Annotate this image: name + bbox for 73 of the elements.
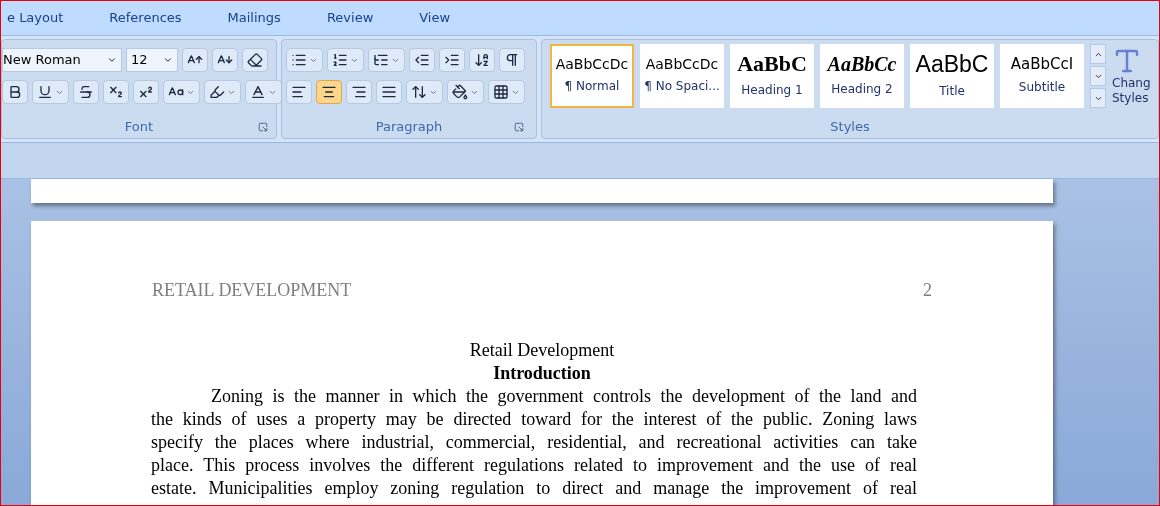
font-name-field[interactable]: New Roman [2,48,122,72]
clear-formatting-icon [247,52,263,68]
strikethrough-button[interactable] [73,80,99,104]
group-label: Paragraph [375,118,443,137]
clear-formatting-button[interactable] [242,48,268,72]
superscript-icon [138,84,154,100]
dropdown-icon [107,55,117,65]
font-size-field[interactable]: 12 [126,48,178,72]
subscript-button[interactable] [103,80,129,104]
align-button[interactable] [376,80,402,104]
align-icon [351,84,367,100]
group-label: Styles [830,118,870,137]
borders-icon [493,84,509,100]
sort-icon [474,52,490,68]
strikethrough-icon [78,84,94,100]
dialog-launcher-icon[interactable] [514,122,524,132]
numbering-icon [332,52,348,68]
group-label: Font [124,118,154,137]
underline-icon [37,84,53,100]
shading-icon [452,84,468,100]
superscript-button[interactable] [133,80,159,104]
style-gallery-item[interactable]: AaBbC Title [910,44,994,108]
highlight-icon [209,84,225,100]
page-header: RETAIL DEVELOPMENT [152,281,352,299]
align-button[interactable] [286,80,312,104]
increase-indent-icon [444,52,460,68]
style-gallery-item[interactable]: AaBbCcI Subtitle [1000,44,1084,108]
align-button[interactable] [346,80,372,104]
style-gallery-item[interactable]: AaBbC Heading 1 [730,44,814,108]
multilevel-list-button[interactable] [368,48,405,72]
increase-indent-button[interactable] [439,48,465,72]
font-color-button[interactable] [245,80,282,104]
document-title: Retail Development [469,339,615,362]
sort-button[interactable] [469,48,495,72]
show-marks-icon [504,52,520,68]
style-gallery-item[interactable]: AaBbCc Heading 2 [820,44,904,108]
section-heading: Introduction [493,362,591,385]
ribbon-tab[interactable]: Review [326,8,374,28]
line-spacing-button[interactable] [406,80,443,104]
change-styles-button[interactable]: Chang Styles [1112,44,1158,106]
page-number: 2 [923,281,932,299]
change-case-button[interactable] [163,80,200,104]
shading-button[interactable] [447,80,484,104]
borders-button[interactable] [488,80,525,104]
show-marks-button[interactable] [499,48,525,72]
line-spacing-icon [411,84,427,100]
numbering-button[interactable] [327,48,364,72]
bullets-icon [291,52,307,68]
highlight-button[interactable] [204,80,241,104]
dialog-launcher-icon[interactable] [258,122,268,132]
bold-button[interactable] [2,80,28,104]
body-paragraph: Zoning is the manner in which the government controls the development of the land and the kinds of uses a property may be directed toward for the interest of the public. Zoning laws specify the places where industrial, commercial, residential, and recreational activities can take place. This process involves the different regulations related to improvement and the use of real estate. Municipalities employ zoning regulation to direct and manage the improvement of real [151,385,917,500]
dropdown-icon [163,55,173,65]
ribbon-tab[interactable]: References [109,8,182,28]
align-icon [321,84,337,100]
font-color-icon [250,84,266,100]
align-icon [291,84,307,100]
style-gallery-item[interactable]: AaBbCcDc ¶ Normal [550,44,634,108]
decrease-indent-icon [414,52,430,68]
align-icon [381,84,397,100]
ribbon-tab[interactable]: e Layout [7,8,64,28]
align-button[interactable] [316,80,342,104]
ribbon-tab[interactable]: Mailings [227,8,281,28]
shrink-font-button[interactable] [212,48,238,72]
grow-font-button[interactable] [182,48,208,72]
ribbon-tab[interactable]: View [419,8,451,28]
bold-icon [7,84,23,100]
underline-button[interactable] [32,80,69,104]
style-gallery-item[interactable]: AaBbCcDc ¶ No Spaci... [640,44,724,108]
subscript-icon [108,84,124,100]
bullets-button[interactable] [286,48,323,72]
multilevel-list-icon [373,52,389,68]
decrease-indent-button[interactable] [409,48,435,72]
